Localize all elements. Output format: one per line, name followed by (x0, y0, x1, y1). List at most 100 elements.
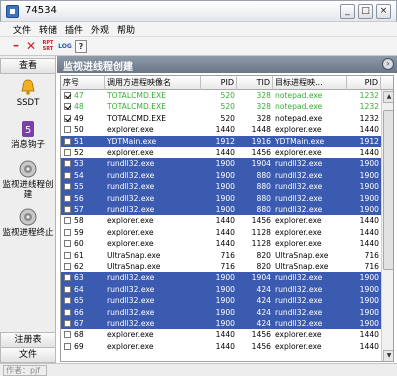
vertical-scrollbar[interactable]: ▲ ▼ (381, 90, 393, 361)
column-header-target[interactable]: 目标进程映... (273, 76, 347, 90)
maximize-button[interactable]: □ (358, 4, 373, 19)
table-row[interactable]: 49 TOTALCMD.EXE 520 328 notepad.exe 1232 (61, 113, 381, 124)
table-row[interactable]: 61 UltraSnap.exe 716 820 UltraSnap.exe 716 (61, 250, 381, 261)
sidebar-item-message-hooks[interactable]: 5 消息钩子 (0, 120, 56, 150)
checkbox-icon[interactable] (64, 320, 71, 327)
column-header-pid[interactable]: PID (201, 76, 237, 90)
checkbox-icon[interactable] (64, 160, 71, 168)
row-checkbox[interactable] (62, 238, 72, 249)
row-checkbox[interactable] (62, 329, 72, 340)
checkbox-icon[interactable] (64, 342, 71, 350)
menu-file[interactable]: 文件 (13, 23, 31, 36)
table-row[interactable]: 64 rundll32.exe 1900 424 rundll32.exe 1900 (61, 283, 381, 296)
row-checkbox[interactable] (62, 181, 72, 192)
table-row[interactable]: 60 explorer.exe 1440 1128 explorer.exe 1440 (61, 238, 381, 249)
checkbox-icon[interactable] (64, 240, 71, 248)
table-row[interactable]: 69 explorer.exe 1440 1456 explorer.exe 1440 (61, 341, 381, 352)
table-row[interactable]: 67 rundll32.exe 1900 424 rundll32.exe 1900 (61, 318, 381, 330)
delete-icon[interactable]: ✕ (25, 40, 37, 53)
checkbox-icon[interactable] (64, 92, 71, 99)
sidebar-registry-tab[interactable]: 注册表 (0, 332, 56, 348)
row-checkbox[interactable] (62, 124, 72, 135)
row-checkbox[interactable] (62, 193, 72, 204)
checkbox-icon[interactable] (64, 274, 71, 282)
row-checkbox[interactable] (62, 215, 72, 226)
row-checkbox[interactable] (62, 307, 72, 318)
checkbox-icon[interactable] (64, 263, 71, 270)
row-checkbox[interactable] (62, 204, 72, 215)
table-row[interactable]: 65 rundll32.exe 1900 424 rundll32.exe 1900 (61, 295, 381, 307)
table-row[interactable]: 68 explorer.exe 1440 1456 explorer.exe 1440 (61, 329, 381, 340)
checkbox-icon[interactable] (64, 331, 71, 339)
row-checkbox[interactable] (62, 101, 72, 112)
minus-icon[interactable]: – (10, 39, 22, 53)
row-checkbox[interactable] (62, 170, 72, 181)
menu-plugins[interactable]: 插件 (65, 23, 83, 36)
menu-appearance[interactable]: 外观 (91, 23, 109, 36)
row-checkbox[interactable] (62, 136, 72, 147)
table-row[interactable]: 57 rundll32.exe 1900 880 rundll32.exe 1900 (61, 204, 381, 216)
table-row[interactable]: 55 rundll32.exe 1900 880 rundll32.exe 1900 (61, 181, 381, 193)
sidebar-header[interactable]: 查看 (0, 58, 56, 74)
scroll-down-icon[interactable]: ▼ (383, 350, 393, 361)
sidebar-item-monitor-create[interactable]: 监视进线程创建 (0, 160, 56, 200)
checkbox-icon[interactable] (64, 217, 71, 225)
table-row[interactable]: 47 TOTALCMD.EXE 520 328 notepad.exe 1232 (61, 90, 381, 101)
checkbox-icon[interactable] (64, 183, 71, 191)
checkbox-icon[interactable] (64, 137, 71, 145)
table-row[interactable]: 54 rundll32.exe 1900 880 rundll32.exe 1900 (61, 169, 381, 182)
table-row[interactable]: 52 explorer.exe 1440 1456 explorer.exe 1440 (61, 147, 381, 158)
sidebar-item-monitor-terminate[interactable]: 监视进程终止 (0, 208, 56, 238)
table-row[interactable]: 56 rundll32.exe 1900 880 rundll32.exe 1900 (61, 192, 381, 204)
scroll-thumb[interactable] (383, 110, 393, 270)
checkbox-icon[interactable] (64, 114, 71, 122)
log-button[interactable]: LOG (58, 40, 72, 53)
pin-icon[interactable]: › (382, 58, 394, 70)
column-header-index[interactable]: 序号 (61, 76, 105, 90)
menu-dump[interactable]: 转储 (39, 23, 57, 36)
table-row[interactable]: 53 rundll32.exe 1900 1904 rundll32.exe 1900 (61, 158, 381, 170)
checkbox-icon[interactable] (64, 194, 71, 202)
column-header-target-pid[interactable]: PID (347, 76, 381, 90)
checkbox-icon[interactable] (64, 308, 71, 316)
row-checkbox[interactable] (62, 284, 72, 295)
checkbox-icon[interactable] (64, 149, 71, 156)
scroll-up-icon[interactable]: ▲ (383, 91, 393, 103)
checkbox-icon[interactable] (64, 206, 71, 213)
row-checkbox[interactable] (62, 147, 72, 158)
table-row[interactable]: 58 explorer.exe 1440 1456 explorer.exe 1440 (61, 215, 381, 226)
minimize-button[interactable]: _ (340, 4, 355, 19)
table-row[interactable]: 59 explorer.exe 1440 1128 explorer.exe 1440 (61, 227, 381, 238)
table-row[interactable]: 62 UltraSnap.exe 716 820 UltraSnap.exe 716 (61, 261, 381, 272)
checkbox-icon[interactable] (64, 228, 71, 236)
column-header-tid[interactable]: TID (237, 76, 273, 90)
row-checkbox[interactable] (62, 227, 72, 238)
column-header-caller[interactable]: 调用方进程映像名 (105, 76, 201, 90)
checkbox-icon[interactable] (64, 103, 71, 111)
table-row[interactable]: 51 YDTMain.exe 1912 1916 YDTMain.exe 1912 (61, 135, 381, 147)
table-row[interactable]: 66 rundll32.exe 1900 424 rundll32.exe 1900 (61, 306, 381, 318)
table-row[interactable]: 48 TOTALCMD.EXE 520 328 notepad.exe 1232 (61, 101, 381, 112)
table-row[interactable]: 63 rundll32.exe 1900 1904 rundll32.exe 1900 (61, 272, 381, 284)
table-row[interactable]: 50 explorer.exe 1440 1448 explorer.exe 1440 (61, 124, 381, 135)
help-icon[interactable]: ? (75, 40, 87, 53)
row-checkbox[interactable] (62, 158, 72, 169)
row-checkbox[interactable] (62, 250, 72, 261)
checkbox-icon[interactable] (64, 251, 71, 259)
row-checkbox[interactable] (62, 90, 72, 101)
row-checkbox[interactable] (62, 261, 72, 272)
row-checkbox[interactable] (62, 272, 72, 283)
checkbox-icon[interactable] (64, 297, 71, 305)
sidebar-item-ssdt[interactable]: SSDT (0, 78, 56, 108)
row-checkbox[interactable] (62, 295, 72, 306)
checkbox-icon[interactable] (64, 126, 71, 134)
sidebar-files-tab[interactable]: 文件 (0, 347, 56, 363)
row-checkbox[interactable] (62, 113, 72, 124)
close-button[interactable]: × (376, 4, 391, 19)
menu-help[interactable]: 帮助 (117, 23, 135, 36)
row-checkbox[interactable] (62, 341, 72, 352)
row-checkbox[interactable] (62, 318, 72, 329)
checkbox-icon[interactable] (64, 285, 71, 293)
report-button[interactable]: RPT SRT (41, 40, 55, 53)
title-bar[interactable]: 74534 _ □ × (0, 0, 397, 22)
